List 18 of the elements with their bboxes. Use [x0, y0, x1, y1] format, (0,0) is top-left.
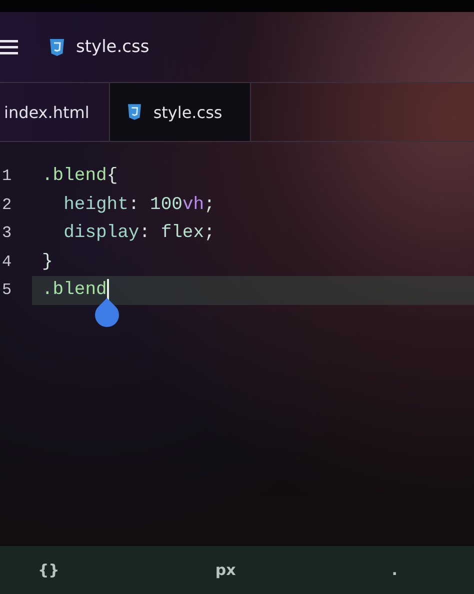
symbol-key[interactable]: px — [207, 557, 244, 583]
file-tab[interactable]: style.css — [110, 83, 252, 141]
symbol-key[interactable]: . — [384, 557, 406, 583]
code-line: display: flex; — [62, 223, 215, 244]
line-number: 5 — [1, 281, 13, 300]
css-file-icon — [128, 104, 142, 120]
menu-icon[interactable] — [0, 39, 18, 55]
code-line: height: 100vh; — [62, 194, 215, 215]
line-number: 3 — [1, 224, 13, 242]
code-line: .blend{ — [42, 166, 118, 186]
line-number: 2 — [1, 196, 13, 214]
code-line: } — [42, 252, 53, 272]
symbol-key[interactable]: {} — [30, 557, 68, 583]
line-number: 1 — [1, 167, 13, 186]
code-line: .blend — [42, 280, 107, 300]
line-number: 4 — [1, 252, 13, 271]
css-file-icon — [50, 38, 64, 56]
file-title: style.css — [76, 37, 150, 57]
